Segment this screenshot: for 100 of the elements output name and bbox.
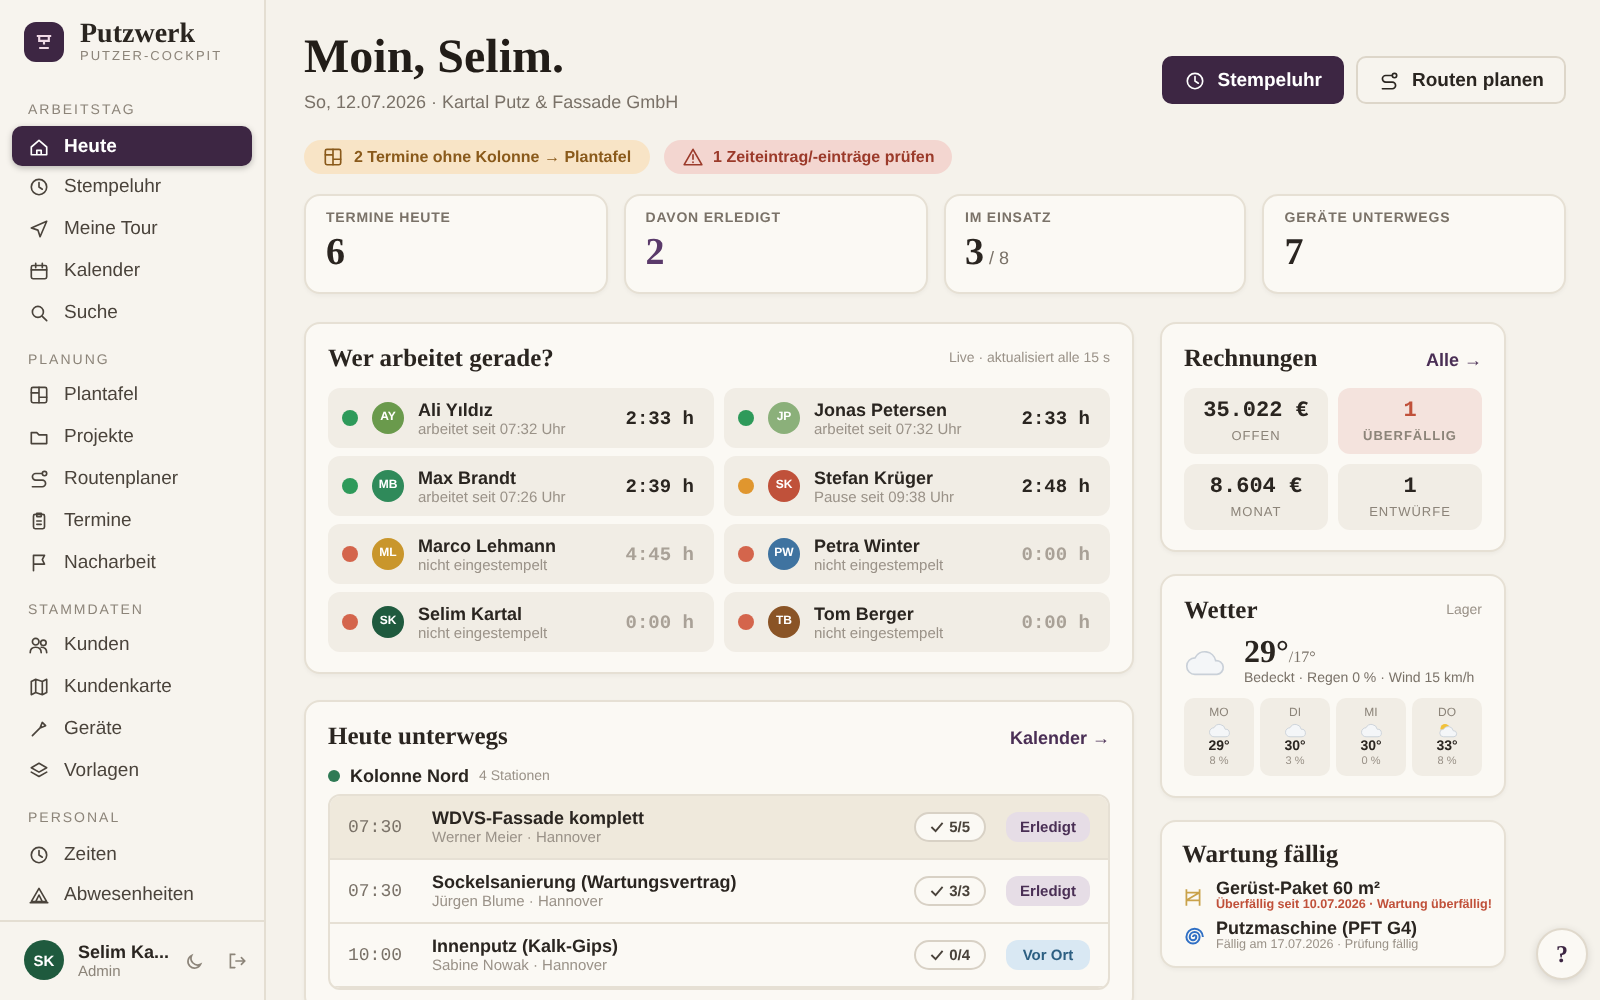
check-icon <box>929 884 944 898</box>
calendar-link[interactable]: Kalender → <box>1009 727 1110 747</box>
worker-name: Petra Winter <box>814 535 922 555</box>
app-logo <box>24 22 64 62</box>
users-icon <box>28 634 50 657</box>
warning-icon <box>681 146 704 168</box>
stop-title: WDVS-Fassade komplett <box>432 808 645 828</box>
spiral-icon <box>1182 926 1204 948</box>
cloud-icon <box>1359 721 1383 737</box>
work-time: 2:33 h <box>1021 407 1090 429</box>
cloud-icon <box>1184 647 1228 675</box>
search-icon <box>28 301 50 324</box>
nav-item[interactable]: Meine Tour <box>12 209 252 250</box>
nav-item[interactable]: Heute <box>12 126 252 166</box>
send-icon <box>28 218 50 241</box>
current-temperature: 29° <box>1244 636 1289 670</box>
invoice-value: 1 <box>1403 399 1417 423</box>
clock-icon <box>28 176 50 199</box>
check-icon <box>929 820 944 834</box>
nav-item[interactable]: Projekte <box>12 417 252 458</box>
work-time: 2:39 h <box>625 475 694 497</box>
wrench-icon <box>28 718 50 741</box>
nav-item[interactable]: Kalender <box>12 250 252 291</box>
warning-chip[interactable]: 1 Zeiteintrag/-einträge prüfen <box>663 140 953 174</box>
folder-icon <box>28 426 50 449</box>
stop-time: 07:30 <box>348 881 405 901</box>
route-icon <box>28 468 50 491</box>
route-plan-button[interactable]: Routen planen <box>1356 56 1566 104</box>
stop-title: Innenputz (Kalk-Gips) <box>432 936 618 956</box>
nav-item[interactable]: Zeiten <box>12 834 252 875</box>
nav-item[interactable]: Nacharbeit <box>12 542 252 583</box>
nav-item[interactable]: Abwesenheiten <box>12 875 252 916</box>
flag-icon <box>28 551 50 574</box>
nav-item[interactable]: Stempeluhr <box>12 167 252 208</box>
panel-title: Wetter <box>1184 596 1258 626</box>
date-company-subtitle: So, 12.07.2026 · Kartal Putz & Fassade GmbH <box>304 92 679 112</box>
equipment-name: Gerüst-Paket 60 m² <box>1216 878 1383 898</box>
stat-value: 7 <box>1284 232 1306 276</box>
user-name: Selim Ka... <box>78 941 170 961</box>
stop-time: 10:00 <box>348 945 405 965</box>
worker-name: Selim Kartal <box>418 603 525 623</box>
clock-icon <box>1183 69 1206 91</box>
work-time: 0:00 h <box>1021 611 1090 633</box>
tent-icon <box>28 884 50 907</box>
logout-icon[interactable] <box>225 949 248 971</box>
low-temperature: /17° <box>1288 648 1316 666</box>
sun-cloud-icon <box>1435 721 1459 737</box>
nav-item[interactable]: Vorlagen <box>12 750 252 791</box>
stop-time: 07:30 <box>348 817 405 837</box>
layers-icon <box>28 759 50 782</box>
nav-item[interactable]: Kundenkarte <box>12 667 252 708</box>
board-icon <box>28 384 50 407</box>
panel-title: Rechnungen <box>1184 344 1318 374</box>
map-icon <box>28 676 50 699</box>
invoice-value: 8.604 € <box>1209 475 1303 499</box>
work-time: 2:48 h <box>1021 475 1090 497</box>
equipment-name: Putzmaschine (PFT G4) <box>1216 918 1419 938</box>
time-clock-button[interactable]: Stempeluhr <box>1161 56 1345 104</box>
nav-item[interactable]: Suche <box>12 292 252 333</box>
work-time: 0:00 h <box>625 611 694 633</box>
nav-item[interactable]: Geräte <box>12 709 252 750</box>
nav-item[interactable]: Kunden <box>12 625 252 666</box>
invoice-value: 1 <box>1403 475 1417 499</box>
nav-item[interactable]: Termine <box>12 500 252 541</box>
stat-value: 3/ 8 <box>965 232 1012 276</box>
board-icon <box>322 146 344 168</box>
moon-icon[interactable] <box>183 949 206 971</box>
worker-name: Tom Berger <box>814 603 916 623</box>
worker-name: Marco Lehmann <box>418 535 557 555</box>
invoice-value: 35.022 € <box>1203 399 1309 423</box>
greeting-title: Moin, Selim. <box>304 32 566 86</box>
cloud-icon <box>1207 721 1231 737</box>
check-icon <box>929 948 944 962</box>
worker-name: Max Brandt <box>418 467 519 487</box>
stat-value: 6 <box>326 232 347 276</box>
worker-name: Jonas Petersen <box>814 399 950 419</box>
work-time: 0:00 h <box>1021 543 1090 565</box>
panel-title: Heute unterwegs <box>328 722 508 752</box>
nav-item[interactable]: Plantafel <box>12 375 252 416</box>
help-button[interactable]: ? <box>1536 928 1588 980</box>
home-icon <box>28 135 50 157</box>
clipboard-icon <box>28 509 50 532</box>
work-time: 2:33 h <box>625 407 694 429</box>
panel-title: Wartung fällig <box>1182 840 1339 870</box>
calendar-icon <box>28 259 50 282</box>
worker-name: Ali Yıldız <box>418 399 495 419</box>
team-name: Kolonne Nord <box>350 766 469 786</box>
route-icon <box>1378 69 1401 91</box>
all-link[interactable]: Alle → <box>1425 349 1482 369</box>
clock-icon <box>28 843 50 866</box>
brand-name: Putzwerk <box>80 20 198 50</box>
notice-chip[interactable]: 2 Termine ohne Kolonne → Plantafel <box>304 140 650 174</box>
work-time: 4:45 h <box>625 543 694 565</box>
scaffold-icon <box>1182 886 1204 908</box>
nav-item[interactable]: Routenplaner <box>12 459 252 500</box>
panel-title: Wer arbeitet gerade? <box>328 344 554 374</box>
worker-name: Stefan Krüger <box>814 467 936 487</box>
stat-value: 2 <box>645 232 667 276</box>
cloud-icon <box>1283 721 1307 737</box>
stop-title: Sockelsanierung (Wartungsvertrag) <box>432 872 737 892</box>
